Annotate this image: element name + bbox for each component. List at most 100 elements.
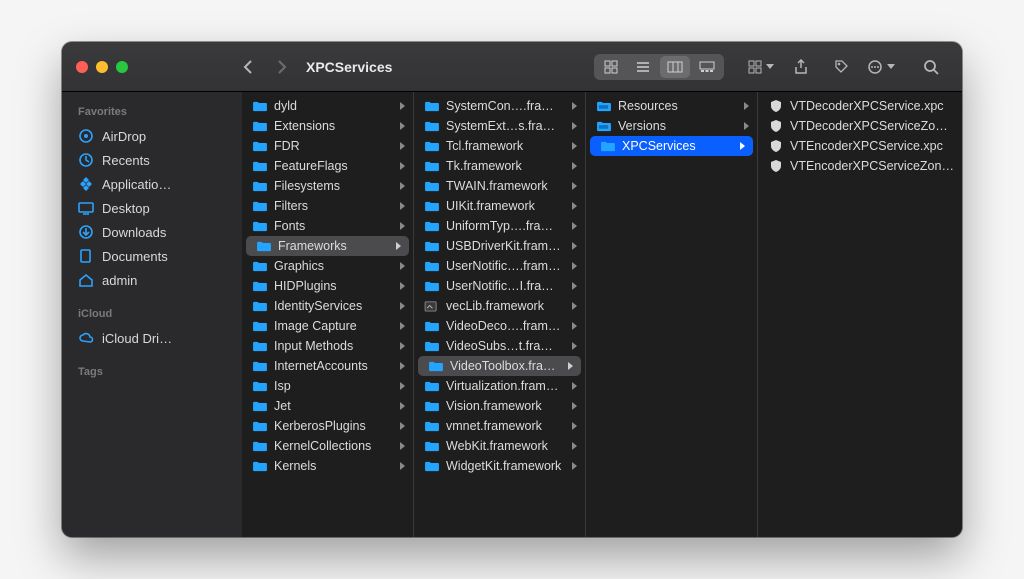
- list-item[interactable]: Image Capture: [242, 316, 413, 336]
- shield-icon: [768, 139, 784, 153]
- airdrop-icon: [78, 128, 94, 144]
- list-item[interactable]: VideoDeco….framework: [414, 316, 585, 336]
- folder-icon: [600, 139, 616, 153]
- list-item[interactable]: KernelCollections: [242, 436, 413, 456]
- column[interactable]: dyldExtensionsFDRFeatureFlags Filesystems…: [242, 92, 414, 537]
- back-button[interactable]: [234, 54, 262, 80]
- item-name: Filesystems: [274, 179, 390, 193]
- list-item[interactable]: InternetAccounts: [242, 356, 413, 376]
- folder-icon: [424, 299, 440, 313]
- cloud-icon: [78, 330, 94, 346]
- list-item[interactable]: Versions: [586, 116, 757, 136]
- item-name: VideoSubs…t.framework: [446, 339, 562, 353]
- folder-icon: [424, 219, 440, 233]
- item-name: Kernels: [274, 459, 390, 473]
- forward-button[interactable]: [268, 54, 296, 80]
- folder-icon: [252, 159, 268, 173]
- list-item[interactable]: Vision.framework: [414, 396, 585, 416]
- sidebar-item[interactable]: Desktop: [70, 196, 234, 220]
- list-item[interactable]: Fonts: [242, 216, 413, 236]
- list-item[interactable]: WidgetKit.framework: [414, 456, 585, 476]
- item-name: XPCServices: [622, 139, 730, 153]
- search-button[interactable]: [914, 54, 948, 80]
- list-item[interactable]: SystemCon….framework: [414, 96, 585, 116]
- list-view-button[interactable]: [628, 56, 658, 78]
- sidebar-item[interactable]: Documents: [70, 244, 234, 268]
- sidebar-item[interactable]: Downloads: [70, 220, 234, 244]
- list-item[interactable]: UIKit.framework: [414, 196, 585, 216]
- column-view-button[interactable]: [660, 56, 690, 78]
- list-item[interactable]: FeatureFlags: [242, 156, 413, 176]
- item-name: Frameworks: [278, 239, 386, 253]
- column-browser: dyldExtensionsFDRFeatureFlags Filesystems…: [242, 92, 962, 537]
- list-item[interactable]: Input Methods: [242, 336, 413, 356]
- share-button[interactable]: [784, 54, 818, 80]
- list-item[interactable]: Filesystems: [242, 176, 413, 196]
- list-item[interactable]: SystemExt…s.framework: [414, 116, 585, 136]
- list-item[interactable]: Extensions: [242, 116, 413, 136]
- list-item[interactable]: Filters: [242, 196, 413, 216]
- item-name: KernelCollections: [274, 439, 390, 453]
- list-item[interactable]: FDR: [242, 136, 413, 156]
- zoom-window-button[interactable]: [116, 61, 128, 73]
- list-item[interactable]: UserNotific….framework: [414, 256, 585, 276]
- list-item[interactable]: VTEncoderXPCService.xpc: [758, 136, 962, 156]
- minimize-window-button[interactable]: [96, 61, 108, 73]
- list-item[interactable]: VideoSubs…t.framework: [414, 336, 585, 356]
- home-icon: [78, 272, 94, 288]
- list-item[interactable]: VTDecoderXPCService.xpc: [758, 96, 962, 116]
- list-item[interactable]: XPCServices: [590, 136, 753, 156]
- shield-icon: [768, 99, 784, 113]
- list-item[interactable]: WebKit.framework: [414, 436, 585, 456]
- list-item[interactable]: USBDriverKit.framework: [414, 236, 585, 256]
- sidebar-item[interactable]: Recents: [70, 148, 234, 172]
- list-item[interactable]: Graphics: [242, 256, 413, 276]
- list-item[interactable]: IdentityServices: [242, 296, 413, 316]
- folder-icon: [252, 199, 268, 213]
- folder-icon: [256, 239, 272, 253]
- list-item[interactable]: VTDecoderXPCServiceZonto.xpc: [758, 116, 962, 136]
- group-by-button[interactable]: [744, 54, 778, 80]
- sidebar-item[interactable]: AirDrop: [70, 124, 234, 148]
- sidebar-item[interactable]: Applicatio…: [70, 172, 234, 196]
- list-item[interactable]: vecLib.framework: [414, 296, 585, 316]
- list-item[interactable]: Virtualization.framework: [414, 376, 585, 396]
- list-item[interactable]: Resources: [586, 96, 757, 116]
- list-item[interactable]: UserNotific…I.framework: [414, 276, 585, 296]
- list-item[interactable]: VideoToolbox.framework: [418, 356, 581, 376]
- list-item[interactable]: Jet: [242, 396, 413, 416]
- folder-icon: [424, 259, 440, 273]
- list-item[interactable]: VTEncoderXPCServiceZonto.xpc: [758, 156, 962, 176]
- list-item[interactable]: Tcl.framework: [414, 136, 585, 156]
- item-name: Versions: [618, 119, 734, 133]
- list-item[interactable]: Frameworks: [246, 236, 409, 256]
- list-item[interactable]: TWAIN.framework: [414, 176, 585, 196]
- list-item[interactable]: Kernels: [242, 456, 413, 476]
- list-item[interactable]: vmnet.framework: [414, 416, 585, 436]
- list-item[interactable]: UniformTyp….framework: [414, 216, 585, 236]
- tags-button[interactable]: [824, 54, 858, 80]
- folder-icon: [252, 419, 268, 433]
- list-item[interactable]: Isp: [242, 376, 413, 396]
- list-item[interactable]: Tk.framework: [414, 156, 585, 176]
- item-name: Isp: [274, 379, 390, 393]
- item-name: VideoDeco….framework: [446, 319, 562, 333]
- item-name: Virtualization.framework: [446, 379, 562, 393]
- close-window-button[interactable]: [76, 61, 88, 73]
- content-area: FavoritesAirDropRecentsApplicatio…Deskto…: [62, 92, 962, 537]
- icon-view-button[interactable]: [596, 56, 626, 78]
- column[interactable]: Resources Versions XPCServices: [586, 92, 758, 537]
- list-item[interactable]: dyld: [242, 96, 413, 116]
- sidebar-item[interactable]: admin: [70, 268, 234, 292]
- folder-icon: [424, 139, 440, 153]
- folder-icon: [252, 259, 268, 273]
- gallery-view-button[interactable]: [692, 56, 722, 78]
- column[interactable]: VTDecoderXPCService.xpcVTDecoderXPCServi…: [758, 92, 962, 537]
- list-item[interactable]: KerberosPlugins: [242, 416, 413, 436]
- item-name: UniformTyp….framework: [446, 219, 562, 233]
- item-name: VideoToolbox.framework: [450, 359, 558, 373]
- column[interactable]: SystemCon….frameworkSystemExt…s.framewor…: [414, 92, 586, 537]
- action-button[interactable]: [864, 54, 898, 80]
- sidebar-item[interactable]: iCloud Dri…: [70, 326, 234, 350]
- list-item[interactable]: HIDPlugins: [242, 276, 413, 296]
